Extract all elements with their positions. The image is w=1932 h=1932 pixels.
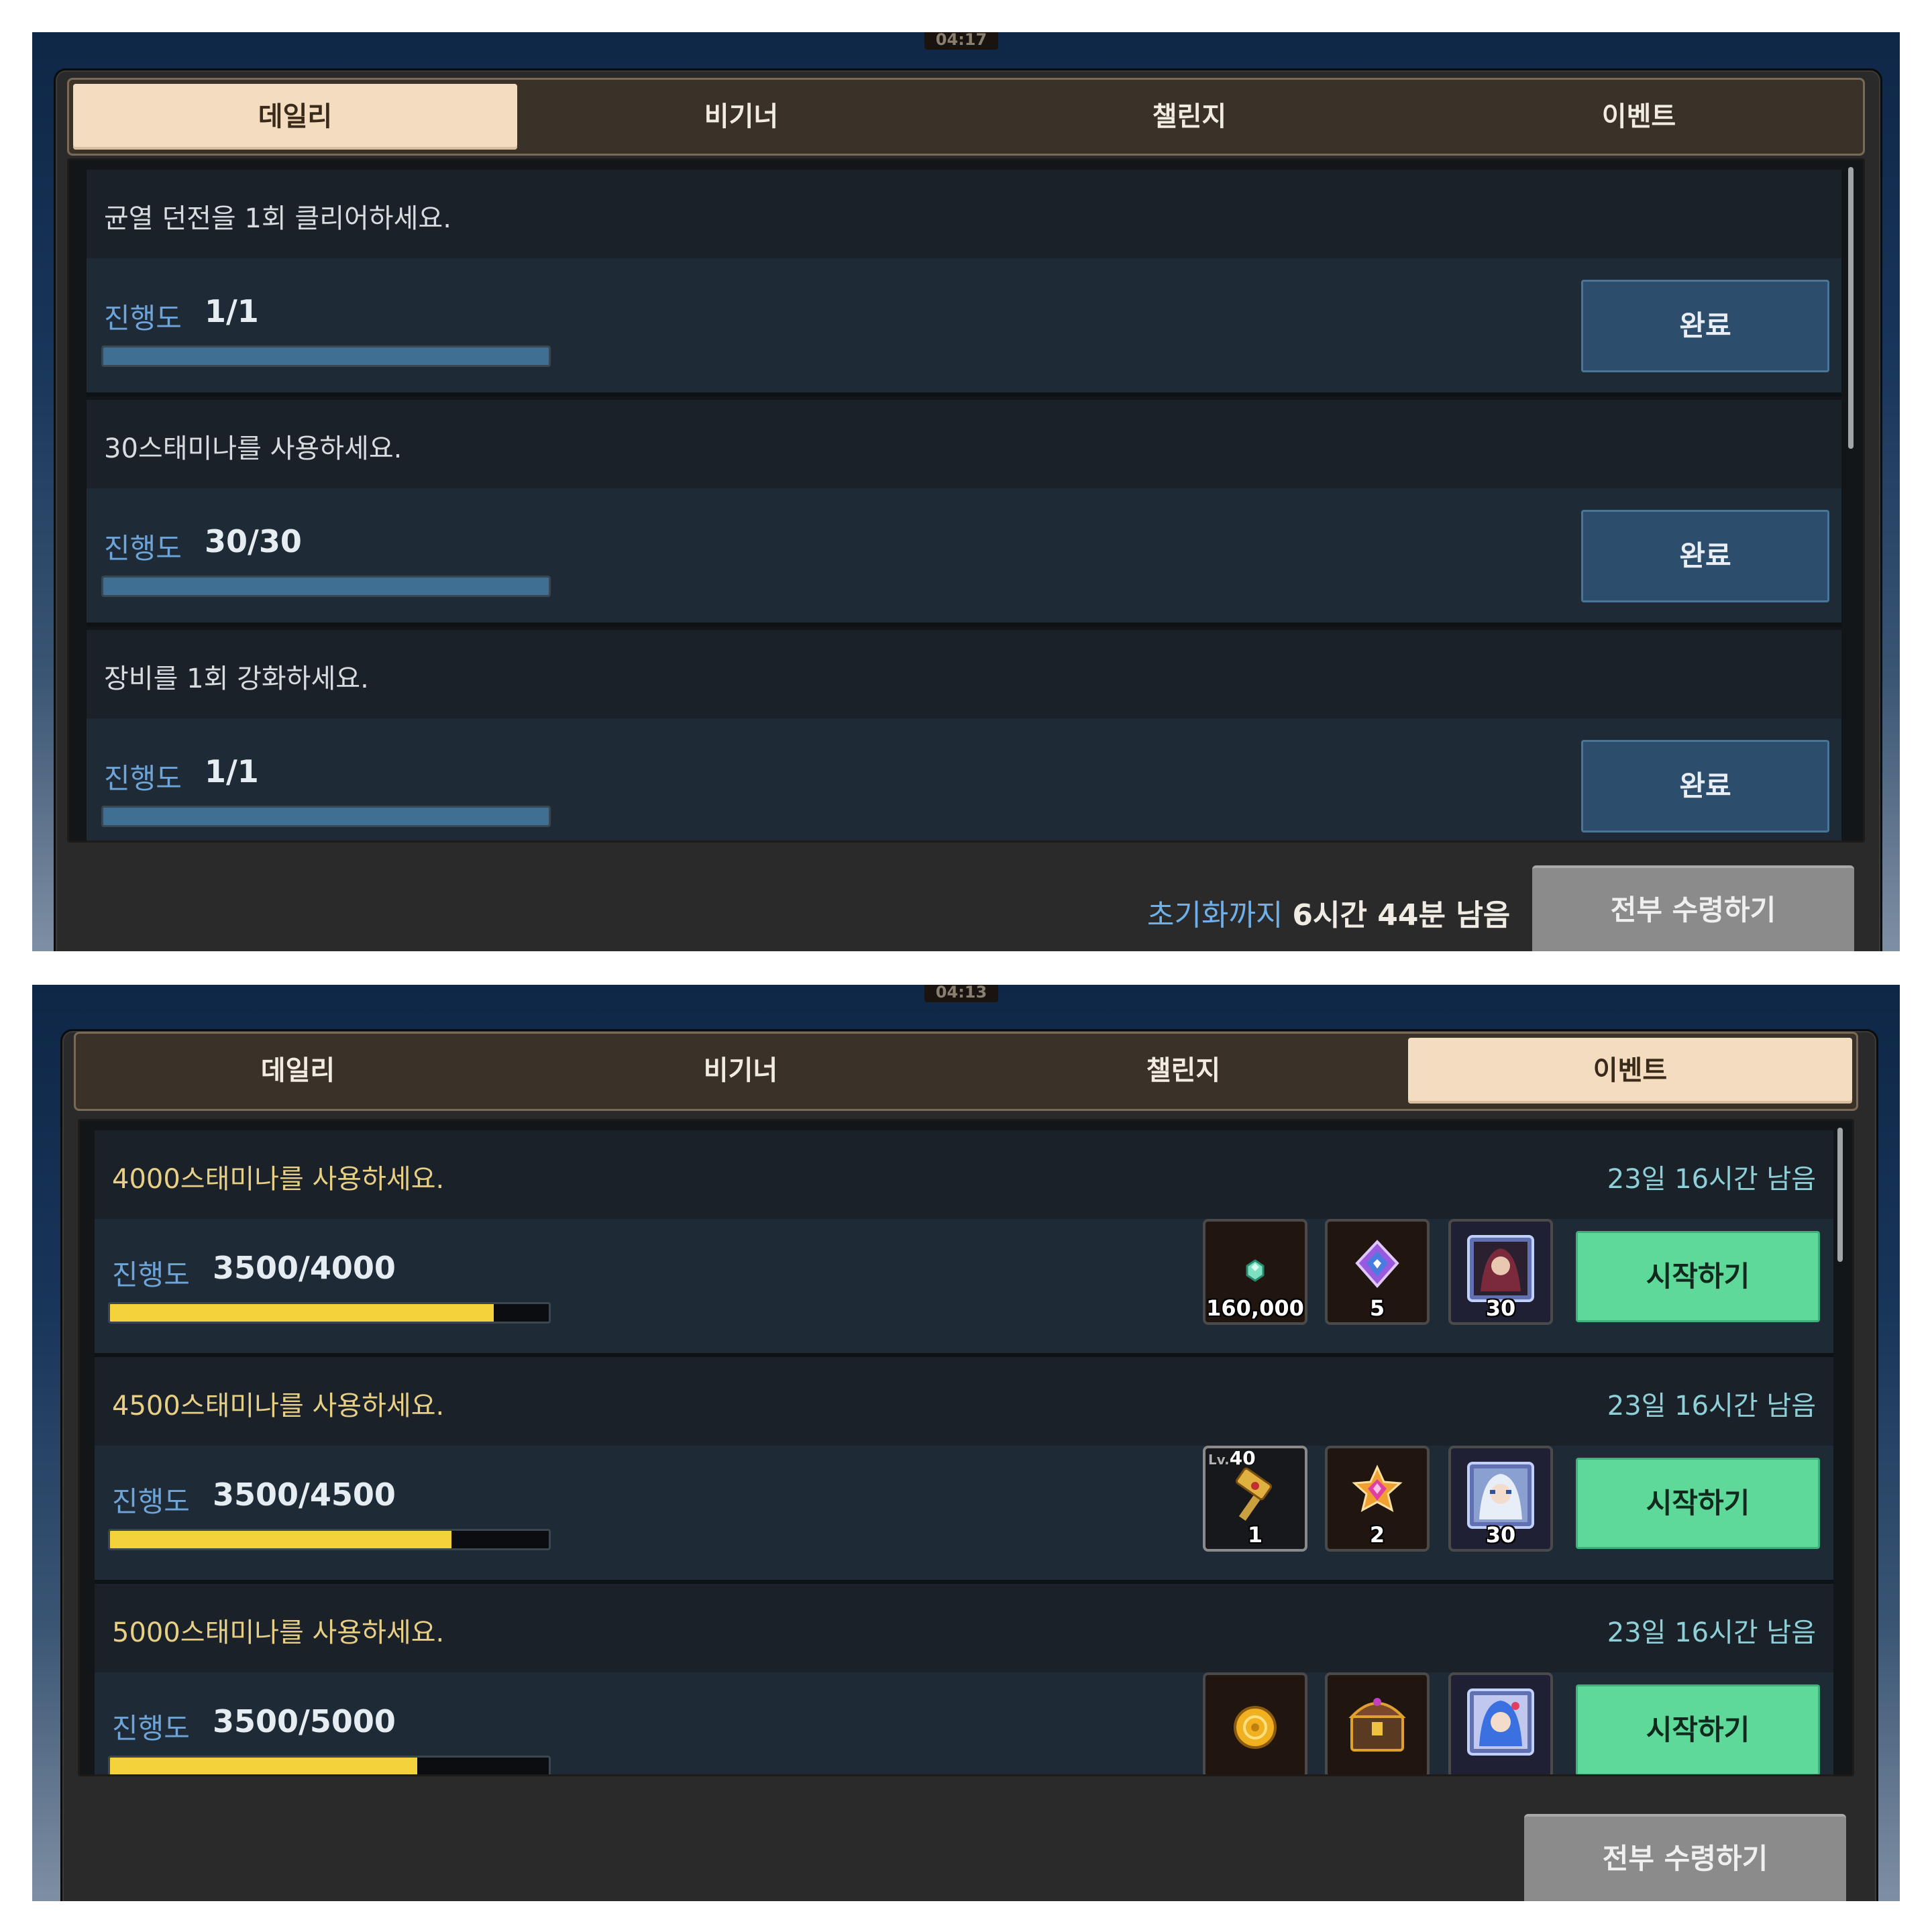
tab-daily[interactable]: 데일리 [73, 84, 517, 150]
tab-challenge[interactable]: 챌린지 [965, 1038, 1401, 1104]
reward-quantity: 30 [1485, 1522, 1516, 1548]
progress-label: 진행도 [112, 1258, 190, 1291]
item-level-value: 40 [1229, 1447, 1256, 1469]
reward-slot[interactable]: 30 [1448, 1446, 1553, 1552]
reward-slot[interactable]: 2 [1325, 1446, 1430, 1552]
mission-title: 장비를 1회 강화하세요. [104, 663, 369, 694]
progress-label: 진행도 [112, 1485, 190, 1518]
mission-list[interactable]: 4000스태미나를 사용하세요. 23일 16시간 남음 진행도 3500/40… [78, 1119, 1854, 1776]
reset-prefix: 초기화까지 [1147, 898, 1283, 932]
start-button[interactable]: 시작하기 [1576, 1684, 1820, 1774]
progress-label: 진행도 [104, 302, 182, 335]
progress-bar-fill [110, 1758, 417, 1774]
complete-button[interactable]: 완료 [1581, 740, 1829, 833]
mission-card: 4500스태미나를 사용하세요. 23일 16시간 남음 진행도 3500/45… [95, 1357, 1833, 1584]
progress-label: 진행도 [104, 532, 182, 565]
progress-bar [101, 345, 551, 367]
reward-quantity: 1 [1247, 1522, 1263, 1548]
mission-header: 장비를 1회 강화하세요. [87, 630, 1841, 718]
claim-all-button[interactable]: 전부 수령하기 [1532, 865, 1854, 951]
start-button[interactable]: 시작하기 [1576, 1458, 1820, 1549]
progress-bar-fill [110, 1531, 451, 1548]
mission-header: 5000스태미나를 사용하세요. 23일 16시간 남음 [95, 1584, 1833, 1672]
tab-daily[interactable]: 데일리 [80, 1038, 516, 1104]
status-clock: 04:13 [924, 985, 998, 1002]
reward-quantity: 30 [1485, 1295, 1516, 1321]
scroll-thumb[interactable] [1837, 1128, 1843, 1262]
mission-header: 4000스태미나를 사용하세요. 23일 16시간 남음 [95, 1130, 1833, 1219]
reward-slot[interactable]: 30 [1448, 1219, 1553, 1325]
reward-slot[interactable]: Lv.40 1 [1203, 1446, 1307, 1552]
mission-title: 4000스태미나를 사용하세요. [112, 1164, 445, 1195]
progress-bar-fill [103, 578, 549, 595]
time-left: 23일 16시간 남음 [1607, 1391, 1816, 1421]
treasure-chest-icon [1348, 1698, 1406, 1752]
progress-value: 30/30 [205, 523, 302, 559]
scrollbar[interactable] [1837, 1128, 1843, 1262]
reward-quantity: 160,000 [1206, 1295, 1304, 1321]
progress-value: 1/1 [205, 293, 259, 329]
reward-slot[interactable] [1325, 1672, 1430, 1774]
progress-bar-fill [103, 347, 549, 365]
progress-bar [108, 1756, 551, 1774]
progress-bar-fill [103, 808, 549, 825]
progress-bar [108, 1529, 551, 1550]
reward-quantity: 5 [1369, 1295, 1385, 1321]
tab-beginner[interactable]: 비기너 [520, 84, 963, 150]
mission-title: 균열 던전을 1회 클리어하세요. [104, 203, 451, 234]
gold-coin-icon [1234, 1706, 1277, 1749]
mission-card: 장비를 1회 강화하세요. 진행도 1/1 완료 [87, 630, 1841, 841]
progress-value: 1/1 [205, 753, 259, 790]
reward-slot[interactable] [1203, 1672, 1307, 1774]
scroll-thumb[interactable] [1848, 167, 1854, 449]
tab-event[interactable]: 이벤트 [1408, 1038, 1852, 1104]
progress-label: 진행도 [104, 762, 182, 795]
screenshot-event: 04:13 데일리 비기너 챌린지 이벤트 4000스태미나를 사용하세요. 2… [32, 985, 1900, 1901]
progress-value: 3500/5000 [213, 1703, 396, 1739]
screenshot-daily: 04:17 데일리 비기너 챌린지 이벤트 균열 던전을 1회 클리어하세요. … [32, 32, 1900, 951]
progress-bar [101, 806, 551, 827]
reward-slot[interactable]: 5 [1325, 1219, 1430, 1325]
mission-title: 30스태미나를 사용하세요. [104, 433, 402, 464]
tab-challenge[interactable]: 챌린지 [968, 84, 1411, 150]
reset-time: 6시간 44분 남음 [1292, 898, 1511, 932]
progress-value: 3500/4000 [213, 1250, 396, 1286]
start-button[interactable]: 시작하기 [1576, 1231, 1820, 1322]
mission-list[interactable]: 균열 던전을 1회 클리어하세요. 진행도 1/1 완료 30스태미나를 사용하… [67, 158, 1865, 843]
mission-header: 30스태미나를 사용하세요. [87, 400, 1841, 488]
tab-bar: 데일리 비기너 챌린지 이벤트 [74, 1032, 1858, 1111]
mission-card: 5000스태미나를 사용하세요. 23일 16시간 남음 진행도 3500/50… [95, 1584, 1833, 1774]
progress-value: 3500/4500 [213, 1477, 396, 1513]
tab-beginner[interactable]: 비기너 [523, 1038, 959, 1104]
mission-title: 5000스태미나를 사용하세요. [112, 1617, 445, 1648]
tab-bar: 데일리 비기너 챌린지 이벤트 [67, 78, 1865, 156]
item-level-prefix: Lv. [1208, 1452, 1230, 1468]
claim-all-button[interactable]: 전부 수령하기 [1524, 1814, 1846, 1901]
progress-label: 진행도 [112, 1712, 190, 1745]
mission-header: 균열 던전을 1회 클리어하세요. [87, 170, 1841, 258]
progress-bar [101, 576, 551, 597]
tab-event[interactable]: 이벤트 [1417, 84, 1860, 150]
complete-button[interactable]: 완료 [1581, 510, 1829, 602]
item-level: Lv.40 [1208, 1447, 1256, 1469]
reset-timer: 초기화까지 6시간 44분 남음 [1147, 891, 1510, 934]
status-clock: 04:17 [924, 32, 998, 50]
progress-bar-fill [110, 1304, 494, 1322]
mission-card: 4000스태미나를 사용하세요. 23일 16시간 남음 진행도 3500/40… [95, 1130, 1833, 1357]
complete-button[interactable]: 완료 [1581, 280, 1829, 372]
reward-quantity: 2 [1369, 1522, 1385, 1548]
mission-card: 30스태미나를 사용하세요. 진행도 30/30 완료 [87, 400, 1841, 627]
mission-header: 4500스태미나를 사용하세요. 23일 16시간 남음 [95, 1357, 1833, 1446]
progress-bar [108, 1302, 551, 1324]
mission-card: 균열 던전을 1회 클리어하세요. 진행도 1/1 완료 [87, 170, 1841, 396]
scrollbar[interactable] [1848, 167, 1854, 449]
time-left: 23일 16시간 남음 [1607, 1164, 1816, 1195]
mission-title: 4500스태미나를 사용하세요. [112, 1391, 445, 1421]
reward-slot[interactable]: 160,000 [1203, 1219, 1307, 1325]
time-left: 23일 16시간 남음 [1607, 1617, 1816, 1648]
hero-portrait-blue-icon [1467, 1688, 1534, 1756]
reward-slot[interactable] [1448, 1672, 1553, 1774]
